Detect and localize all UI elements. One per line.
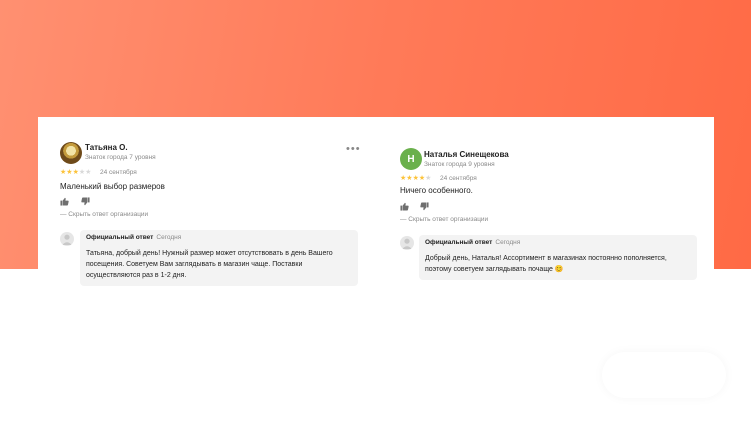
hide-reply-link[interactable]: — Скрыть ответ организации xyxy=(400,216,488,223)
review-text: Ничего особенного. xyxy=(400,186,473,195)
reply-line: Татьяна, добрый день! Нужный размер може… xyxy=(86,250,333,257)
review-card: Н Наталья Синещекова Знаток города 9 уро… xyxy=(398,117,698,297)
thumb-up-icon[interactable] xyxy=(60,197,69,206)
reply-line: осуществляются раз в 1-2 дня. xyxy=(86,272,187,279)
author-name[interactable]: Наталья Синещекова xyxy=(424,150,509,159)
author-badge: Знаток города 9 уровня xyxy=(424,161,495,168)
author-badge: Знаток города 7 уровня xyxy=(85,154,156,161)
reply-header: Официальный ответ Сегодня xyxy=(86,234,181,241)
reply-line: Добрый день, Наталья! Ассортимент в мага… xyxy=(425,255,667,262)
star-icon: ★ xyxy=(85,169,92,176)
reply-header: Официальный ответ Сегодня xyxy=(425,239,520,246)
author-name[interactable]: Татьяна О. xyxy=(85,143,128,152)
thumb-up-icon[interactable] xyxy=(400,202,409,211)
official-reply: Официальный ответ Сегодня Добрый день, На… xyxy=(419,235,697,280)
user-icon xyxy=(62,234,72,245)
reply-text: Татьяна, добрый день! Нужный размер може… xyxy=(86,248,333,281)
reply-date: Сегодня xyxy=(495,239,521,246)
reply-title: Официальный ответ xyxy=(425,239,493,246)
official-reply: Официальный ответ Сегодня Татьяна, добрый… xyxy=(80,230,358,286)
organization-avatar xyxy=(60,232,74,246)
rating-stars: ★★★★★ xyxy=(60,168,91,176)
organization-avatar xyxy=(400,236,414,250)
author-avatar[interactable] xyxy=(60,142,82,164)
review-card: Татьяна О. Знаток города 7 уровня ••• ★★… xyxy=(58,117,361,297)
review-date: 24 сентября xyxy=(440,175,477,182)
reply-title: Официальный ответ xyxy=(86,234,154,241)
hide-reply-link[interactable]: — Скрыть ответ организации xyxy=(60,211,148,218)
review-text: Маленький выбор размеров xyxy=(60,182,165,191)
reply-line: поэтому советуем заглядывать почаще 😊 xyxy=(425,266,564,273)
user-icon xyxy=(402,238,412,249)
reviews-panel: Татьяна О. Знаток города 7 уровня ••• ★★… xyxy=(38,117,714,297)
review-date: 24 сентября xyxy=(100,169,137,176)
rating-stars: ★★★★★ xyxy=(400,174,431,182)
thumb-down-icon[interactable] xyxy=(81,197,90,206)
reply-line: посещения. Советуем Вам заглядывать в ма… xyxy=(86,261,303,268)
star-icon: ★ xyxy=(425,175,432,182)
floating-button[interactable] xyxy=(602,352,726,398)
more-icon[interactable]: ••• xyxy=(346,143,361,155)
reply-text: Добрый день, Наталья! Ассортимент в мага… xyxy=(425,253,667,275)
author-avatar[interactable]: Н xyxy=(400,148,422,170)
thumb-down-icon[interactable] xyxy=(420,202,429,211)
reply-date: Сегодня xyxy=(156,234,182,241)
